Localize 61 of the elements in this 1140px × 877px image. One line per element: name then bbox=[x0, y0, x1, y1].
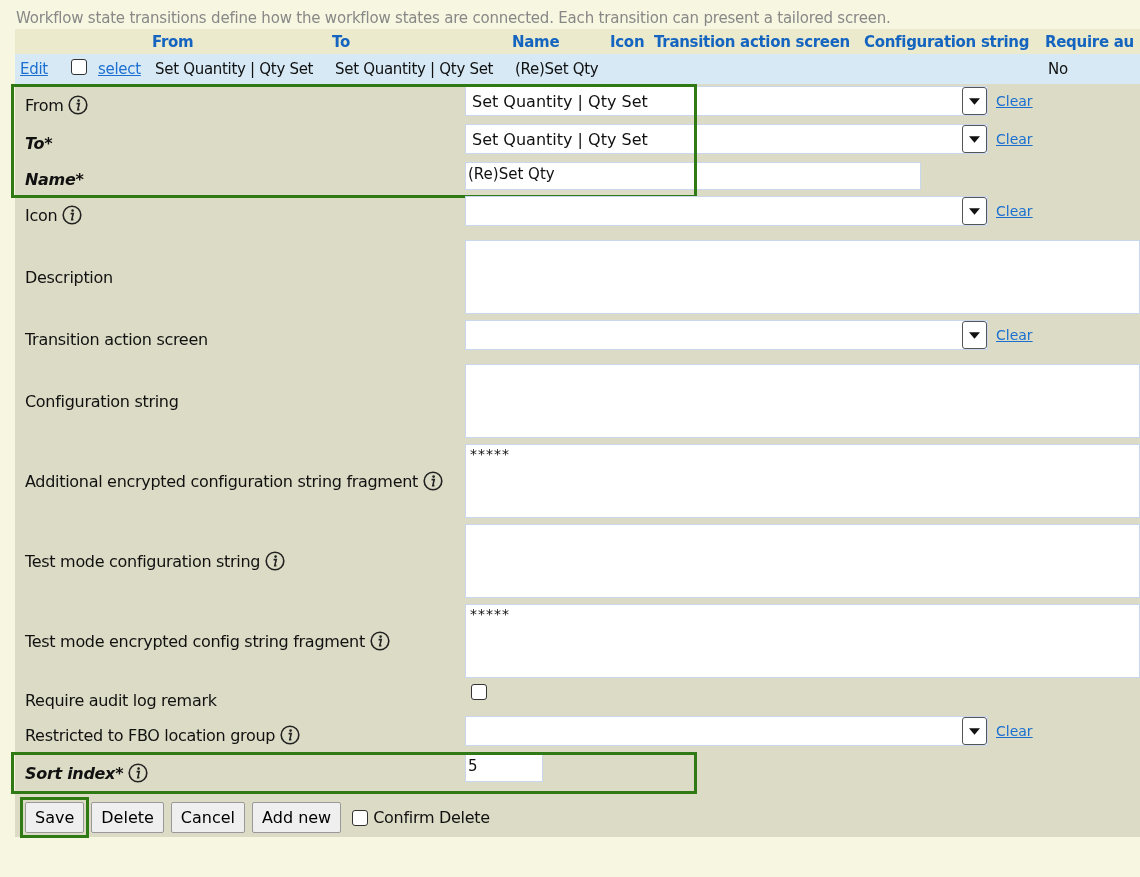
info-icon[interactable] bbox=[280, 725, 301, 745]
field-label: Require audit log remark bbox=[25, 690, 217, 710]
dropdown-field[interactable]: Set Quantity | Qty Set bbox=[465, 86, 988, 116]
field-label: Sort index* bbox=[25, 763, 124, 783]
info-icon[interactable] bbox=[68, 95, 89, 115]
checkbox[interactable] bbox=[471, 684, 487, 700]
field-label: Name* bbox=[25, 169, 84, 189]
field-label: From bbox=[25, 95, 64, 115]
select-link[interactable]: select bbox=[98, 60, 141, 78]
clear-link[interactable]: Clear bbox=[996, 93, 1033, 109]
field-label: Description bbox=[25, 267, 113, 287]
form-button[interactable]: Cancel bbox=[170, 802, 246, 833]
table-cell: No bbox=[1048, 60, 1068, 78]
caret-icon bbox=[969, 207, 980, 215]
row-checkbox[interactable] bbox=[71, 59, 87, 75]
table-cell: Set Quantity | Qty Set bbox=[155, 60, 314, 78]
text-area[interactable]: ***** bbox=[465, 604, 1140, 678]
column-header[interactable]: To bbox=[332, 32, 350, 51]
dropdown-field[interactable] bbox=[465, 196, 988, 226]
dropdown-field[interactable]: Set Quantity | Qty Set bbox=[465, 124, 988, 154]
info-icon[interactable] bbox=[128, 763, 149, 783]
form-button[interactable]: Save bbox=[25, 802, 85, 833]
field-label: Test mode configuration string bbox=[25, 551, 261, 571]
clear-link[interactable]: Clear bbox=[996, 723, 1033, 739]
table-cell: Set Quantity | Qty Set bbox=[335, 60, 494, 78]
field-label: To* bbox=[25, 133, 53, 153]
dropdown-field[interactable] bbox=[465, 320, 988, 350]
info-icon[interactable] bbox=[265, 551, 286, 571]
clear-link[interactable]: Clear bbox=[996, 203, 1033, 219]
field-label: Test mode encrypted config string fragment bbox=[25, 631, 365, 651]
field-label: Restricted to FBO location group bbox=[25, 725, 276, 745]
edit-link[interactable]: Edit bbox=[20, 60, 48, 78]
info-icon[interactable] bbox=[62, 205, 83, 225]
caret-icon bbox=[969, 97, 980, 105]
column-header[interactable]: Require au bbox=[1045, 32, 1134, 51]
name-field[interactable]: (Re)Set Qty bbox=[465, 162, 921, 190]
clear-link[interactable]: Clear bbox=[996, 131, 1033, 147]
checkbox-label: Confirm Delete bbox=[373, 808, 490, 827]
field-label: Additional encrypted configuration string fragment bbox=[25, 471, 418, 491]
text-area[interactable]: ***** bbox=[465, 444, 1140, 518]
field-label: Transition action screen bbox=[25, 329, 208, 349]
intro-text: Workflow state transitions define how the workflow states are connected. Each transition can present a tailored screen. bbox=[15, 8, 892, 29]
info-icon[interactable] bbox=[423, 471, 443, 491]
info-icon[interactable] bbox=[369, 631, 390, 651]
column-header[interactable]: Icon bbox=[610, 32, 645, 51]
caret-icon bbox=[969, 331, 980, 339]
column-header[interactable]: From bbox=[152, 32, 194, 51]
form-button[interactable]: Delete bbox=[91, 802, 164, 833]
caret-icon bbox=[969, 135, 980, 143]
dropdown-field[interactable] bbox=[465, 716, 988, 746]
column-header[interactable]: Name bbox=[512, 32, 560, 51]
table-cell: (Re)Set Qty bbox=[515, 60, 599, 78]
clear-link[interactable]: Clear bbox=[996, 327, 1033, 343]
sort-index-field[interactable]: 5 bbox=[465, 754, 543, 782]
confirm-checkbox[interactable] bbox=[352, 809, 369, 826]
caret-icon bbox=[969, 727, 980, 735]
form-button[interactable]: Add new bbox=[252, 802, 342, 833]
column-header[interactable]: Configuration string bbox=[864, 32, 1030, 51]
field-label: Icon bbox=[25, 205, 58, 225]
field-label: Configuration string bbox=[25, 391, 179, 411]
column-header[interactable]: Transition action screen bbox=[654, 32, 850, 51]
